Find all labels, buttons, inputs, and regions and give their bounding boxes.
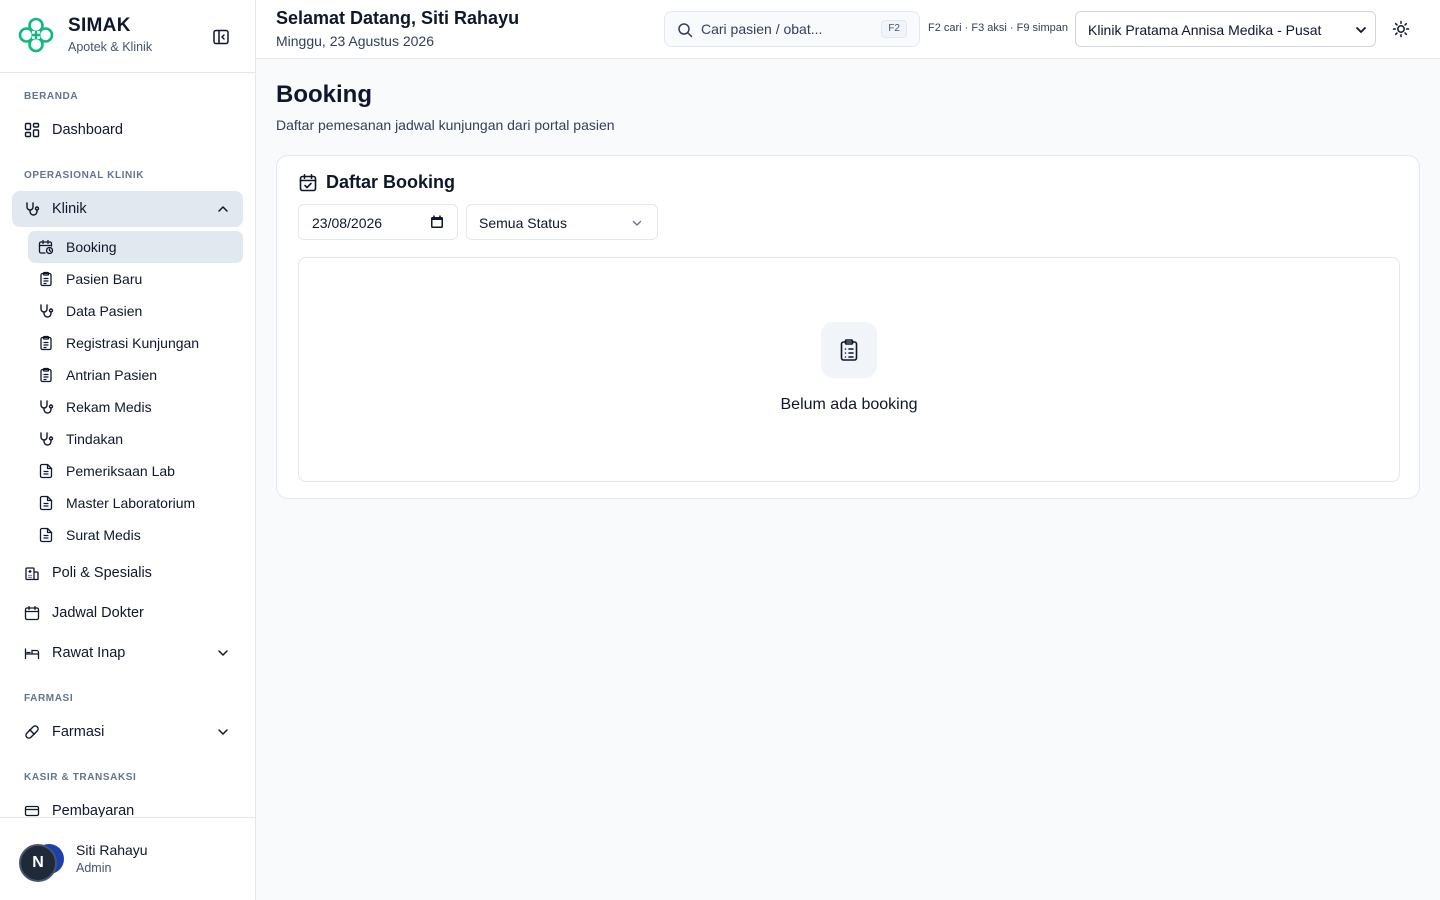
date-filter-value: 23/08/2026 <box>312 215 383 231</box>
sidebar-subitem-label: Antrian Pasien <box>66 367 158 383</box>
empty-state: Belum ada booking <box>298 257 1400 482</box>
sidebar-item-jadwal-dokter[interactable]: Jadwal Dokter <box>12 595 243 631</box>
stethoscope-icon <box>26 202 40 216</box>
sidebar-item-label: Dashboard <box>52 122 123 138</box>
brand: SIMAK Apotek & Klinik <box>0 0 255 73</box>
empty-state-icon-wrap <box>821 322 877 378</box>
section-label-beranda: BERANDA <box>24 91 79 102</box>
clipboard-icon <box>40 271 52 287</box>
top-header: Selamat Datang, Siti Rahayu Minggu, 23 A… <box>256 0 1440 59</box>
brand-logo-icon <box>18 17 54 53</box>
hospital-building-icon <box>25 567 39 581</box>
card-title: Daftar Booking <box>326 172 456 192</box>
sidebar-nav: BERANDA Dashboard OPERASIONAL KLINIK Kli… <box>0 74 255 817</box>
sidebar-subitem-surat-medis[interactable]: Surat Medis <box>28 519 243 551</box>
date-filter-input[interactable]: 23/08/2026 <box>298 204 458 240</box>
sidebar-item-label: Pembayaran <box>52 803 135 817</box>
clinic-select-value: Klinik Pratama Annisa Medika - Pusat <box>1088 22 1322 38</box>
calendar-check-icon <box>299 174 317 192</box>
calendar-icon <box>431 215 443 228</box>
sidebar-subitem-label: Registrasi Kunjungan <box>66 335 200 351</box>
credit-card-icon <box>24 805 40 817</box>
sidebar-subitem-label: Pemeriksaan Lab <box>66 463 175 479</box>
sidebar-subitem-registrasi-kunjungan[interactable]: Registrasi Kunjungan <box>28 327 243 359</box>
sidebar-subitem-tindakan[interactable]: Tindakan <box>28 423 243 455</box>
section-label-kasir: KASIR & TRANSAKSI <box>24 772 137 783</box>
calendar-clock-icon <box>38 239 54 255</box>
brand-name: SIMAK <box>68 15 131 36</box>
stethoscope-icon <box>40 400 54 414</box>
sidebar-subitem-pemeriksaan-lab[interactable]: Pemeriksaan Lab <box>28 455 243 487</box>
sidebar: SIMAK Apotek & Klinik BERANDA Dashboard … <box>0 0 256 900</box>
sun-icon[interactable] <box>1391 19 1411 39</box>
calendar-icon <box>24 605 40 621</box>
sidebar-item-klinik[interactable]: Klinik <box>12 191 243 227</box>
clipboard-icon <box>40 335 52 351</box>
sidebar-subitem-label: Surat Medis <box>66 527 141 543</box>
clinic-select[interactable]: Klinik Pratama Annisa Medika - Pusat <box>1075 11 1376 47</box>
sidebar-subitem-label: Booking <box>66 239 117 255</box>
user-name: Siti Rahayu <box>76 842 148 858</box>
user-profile[interactable]: N Siti Rahayu Admin <box>0 817 255 900</box>
sidebar-subitem-label: Rekam Medis <box>66 399 152 415</box>
sidebar-subitem-label: Master Laboratorium <box>66 495 196 511</box>
sidebar-subitem-label: Pasien Baru <box>66 271 143 287</box>
stethoscope-icon <box>40 304 54 318</box>
sidebar-subitem-label: Data Pasien <box>66 303 143 319</box>
page-title: Booking <box>276 81 372 108</box>
booking-card: Daftar Booking 23/08/2026 Semua Status B… <box>276 155 1420 499</box>
sidebar-subitem-label: Tindakan <box>66 431 124 447</box>
sidebar-subitem-pasien-baru[interactable]: Pasien Baru <box>28 263 243 295</box>
search-box[interactable]: F2 <box>664 11 920 47</box>
chevron-up-icon <box>218 206 228 212</box>
chevron-down-icon <box>218 650 228 656</box>
status-filter-select[interactable]: Semua Status <box>466 204 658 240</box>
file-text-icon <box>39 527 53 543</box>
empty-state-text: Belum ada booking <box>780 396 918 413</box>
sidebar-item-farmasi[interactable]: Farmasi <box>12 714 243 750</box>
sidebar-item-dashboard[interactable]: Dashboard <box>12 112 243 148</box>
avatar: N <box>19 844 57 882</box>
sidebar-item-label: Rawat Inap <box>52 645 126 661</box>
sidebar-subitem-antrian-pasien[interactable]: Antrian Pasien <box>28 359 243 391</box>
stethoscope-icon <box>40 432 54 446</box>
bed-icon <box>24 648 40 660</box>
sidebar-collapse-icon[interactable] <box>211 27 231 47</box>
dashboard-icon <box>24 122 40 138</box>
status-filter-value: Semua Status <box>479 215 567 231</box>
sidebar-subitem-master-laboratorium[interactable]: Master Laboratorium <box>28 487 243 519</box>
search-input[interactable] <box>701 19 871 39</box>
current-date: Minggu, 23 Agustus 2026 <box>276 33 435 49</box>
file-text-icon <box>39 495 53 511</box>
chevron-down-icon <box>632 220 642 226</box>
file-text-icon <box>39 463 53 479</box>
sidebar-item-label: Farmasi <box>52 724 105 740</box>
hotkeys-hint: F2 cari · F3 aksi · F9 simpan <box>928 22 1068 34</box>
page-subtitle: Daftar pemesanan jadwal kunjungan dari p… <box>276 117 615 133</box>
greeting: Selamat Datang, Siti Rahayu <box>276 8 520 28</box>
sidebar-item-label: Jadwal Dokter <box>52 605 144 621</box>
search-shortcut-badge: F2 <box>881 20 907 38</box>
clipboard-icon <box>40 367 52 383</box>
sidebar-item-label: Klinik <box>52 201 87 217</box>
sidebar-item-label: Poli & Spesialis <box>52 565 152 581</box>
section-label-farmasi: FARMASI <box>24 693 74 704</box>
user-role: Admin <box>76 861 112 875</box>
pill-icon <box>25 725 39 739</box>
sidebar-item-rawat-inap[interactable]: Rawat Inap <box>12 635 243 671</box>
search-icon <box>678 23 693 38</box>
sidebar-item-poli-spesialis[interactable]: Poli & Spesialis <box>12 555 243 591</box>
brand-subtitle: Apotek & Klinik <box>68 40 153 54</box>
clipboard-list-icon <box>840 339 858 361</box>
sidebar-subitem-booking[interactable]: Booking <box>28 231 243 263</box>
section-label-operasional: OPERASIONAL KLINIK <box>24 170 145 181</box>
chevron-down-icon <box>1356 27 1366 33</box>
sidebar-item-pembayaran[interactable]: Pembayaran <box>12 793 243 817</box>
chevron-down-icon <box>218 729 228 735</box>
sidebar-subitem-data-pasien[interactable]: Data Pasien <box>28 295 243 327</box>
sidebar-subitem-rekam-medis[interactable]: Rekam Medis <box>28 391 243 423</box>
